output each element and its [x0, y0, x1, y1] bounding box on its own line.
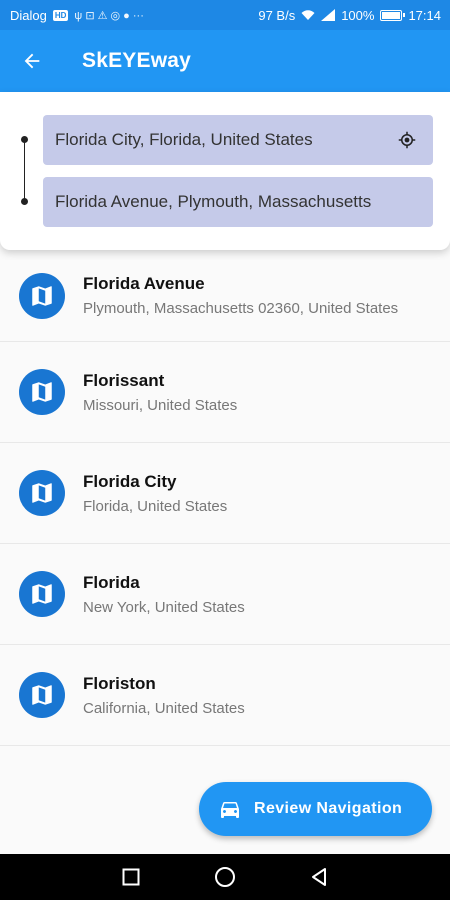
- clock: 17:14: [408, 7, 441, 23]
- map-badge: [19, 272, 65, 319]
- map-badge: [19, 470, 65, 516]
- results-list: Florida Avenue Plymouth, Massachusetts 0…: [0, 240, 450, 746]
- status-left: Dialog HD ψ ⊡ ⚠ ◎ ● ···: [10, 8, 144, 23]
- back-nav-button[interactable]: [307, 865, 331, 889]
- home-button[interactable]: [213, 865, 237, 889]
- result-item[interactable]: Florida Avenue Plymouth, Massachusetts 0…: [0, 240, 450, 342]
- result-item[interactable]: Florissant Missouri, United States: [0, 342, 450, 443]
- hd-badge: HD: [52, 9, 69, 21]
- map-badge: [19, 369, 65, 415]
- map-icon: [32, 483, 52, 503]
- origin-field[interactable]: [43, 115, 433, 165]
- origin-input[interactable]: [55, 130, 393, 150]
- result-title: Floriston: [83, 673, 156, 693]
- battery-percent: 100%: [341, 7, 375, 23]
- app-title: SkEYEway: [82, 49, 191, 72]
- review-navigation-label: Review Navigation: [254, 800, 403, 817]
- result-item[interactable]: Florida New York, United States: [0, 544, 450, 645]
- my-location-button[interactable]: [393, 126, 421, 154]
- arrow-back-icon: [24, 53, 40, 69]
- result-title: Florida Avenue: [83, 274, 205, 293]
- route-connector: [24, 140, 25, 204]
- my-location-icon: [398, 131, 416, 149]
- wifi-icon: [301, 10, 315, 20]
- square-icon: [122, 868, 140, 886]
- map-icon: [32, 685, 52, 705]
- map-icon: [32, 382, 52, 402]
- back-button[interactable]: [0, 30, 64, 92]
- system-nav-bar: [0, 854, 450, 900]
- destination-input[interactable]: [55, 192, 421, 212]
- recents-button[interactable]: [119, 865, 143, 889]
- status-right: 97 B/s 100% 17:14: [258, 8, 441, 23]
- result-subtitle: New York, United States: [83, 598, 245, 616]
- app-bar: SkEYEway: [0, 30, 450, 92]
- result-subtitle: Florida, United States: [83, 497, 228, 515]
- result-subtitle: Plymouth, Massachusetts 02360, United St…: [83, 300, 399, 317]
- map-badge: [19, 672, 65, 718]
- result-title: Florissant: [83, 370, 165, 390]
- car-icon: [221, 802, 239, 818]
- result-item[interactable]: Florida City Florida, United States: [0, 443, 450, 544]
- net-speed: 97 B/s: [258, 7, 296, 23]
- notification-icons: ψ ⊡ ⚠ ◎ ● ···: [74, 9, 144, 22]
- map-icon: [32, 584, 52, 604]
- result-title: Florida City: [83, 471, 177, 491]
- status-bar: Dialog HD ψ ⊡ ⚠ ◎ ● ··· 97 B/s 100% 17:1…: [0, 0, 450, 30]
- review-navigation-button[interactable]: Review Navigation: [199, 782, 432, 836]
- map-badge: [19, 571, 65, 617]
- carrier-name: Dialog: [10, 7, 47, 23]
- result-item[interactable]: Floriston California, United States: [0, 645, 450, 746]
- result-subtitle: Missouri, United States: [83, 396, 238, 414]
- route-search-card: [0, 92, 450, 250]
- circle-icon: [215, 867, 235, 887]
- signal-icon: [321, 9, 336, 21]
- map-icon: [32, 285, 52, 306]
- destination-dot: [21, 198, 28, 205]
- battery-icon: [380, 9, 406, 21]
- destination-field[interactable]: [43, 177, 433, 227]
- triangle-back-icon: [312, 868, 326, 886]
- result-title: Florida: [83, 572, 140, 592]
- result-subtitle: California, United States: [83, 699, 245, 717]
